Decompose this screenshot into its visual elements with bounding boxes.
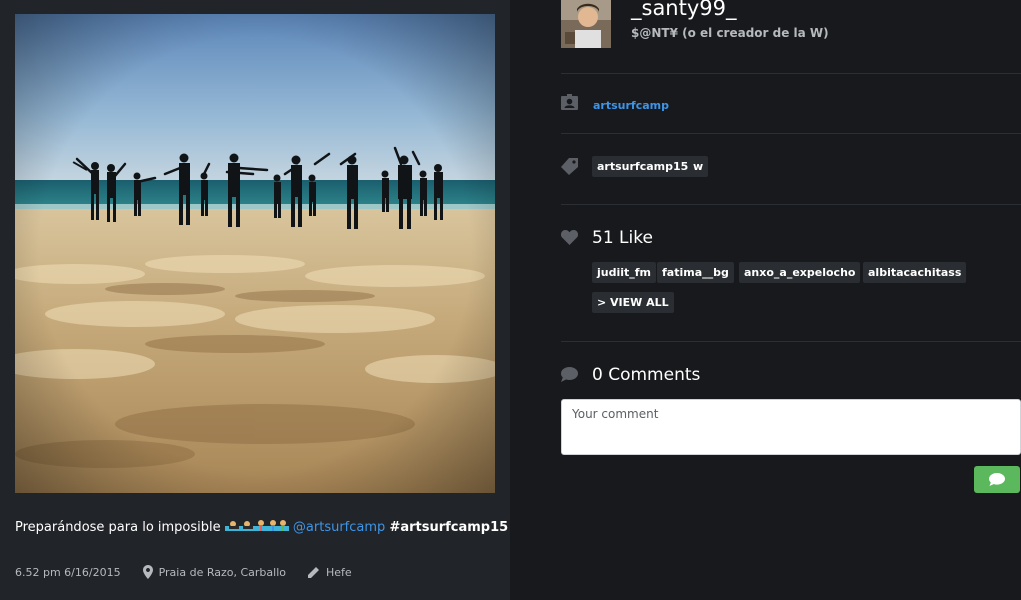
caption-mention-link[interactable]: @artsurfcamp: [293, 520, 385, 535]
heart-icon: [560, 230, 579, 249]
tag-chip[interactable]: artsurfcamp15: [592, 156, 694, 177]
post-filter-label: Hefe: [326, 565, 352, 579]
user-in-photo-link[interactable]: artsurfcamp: [593, 99, 669, 112]
divider: [561, 133, 1021, 134]
divider: [561, 204, 1021, 205]
liker-chip[interactable]: anxo_a_expelocho: [739, 262, 861, 283]
map-pin-icon: [142, 565, 153, 579]
send-comment-button[interactable]: [974, 466, 1020, 493]
tag-chip[interactable]: w: [688, 156, 709, 177]
post-location-label: Praia de Razo, Carballo: [158, 565, 286, 579]
post-caption: Preparándose para lo imposible @artsurfc…: [15, 519, 536, 537]
liker-chip[interactable]: fatima__bg: [657, 262, 734, 283]
avatar[interactable]: [561, 0, 611, 48]
caption-text: Preparándose para lo imposible: [15, 520, 221, 535]
post-photo[interactable]: [15, 14, 495, 493]
speech-bubble-icon: [561, 367, 578, 386]
post-panel: Preparándose para lo imposible @artsurfc…: [0, 0, 536, 600]
liker-chip[interactable]: albitacachitass: [863, 262, 967, 283]
swimming-emoji-icon: [224, 519, 289, 537]
view-all-likes-button[interactable]: > VIEW ALL: [592, 292, 674, 313]
liker-chip[interactable]: judiit_fm: [592, 262, 657, 283]
send-comment-icon: [989, 473, 1005, 486]
post-time: 6.52 pm 6/16/2015: [15, 565, 121, 579]
details-panel: _santy99_ $@NT¥ (o el creador de la W) a…: [510, 0, 1021, 600]
post-filter: Hefe: [308, 566, 352, 579]
divider: [561, 341, 1021, 342]
portrait-icon: [561, 94, 578, 114]
tag-icon: [561, 158, 578, 179]
comments-count: 0 Comments: [592, 365, 701, 385]
pencil-icon: [308, 567, 319, 578]
likes-count: 51 Like: [592, 228, 653, 248]
profile-fullname: $@NT¥ (o el creador de la W): [631, 26, 829, 40]
comment-input[interactable]: [561, 399, 1021, 455]
profile-username[interactable]: _santy99_: [631, 0, 737, 20]
post-location[interactable]: Praia de Razo, Carballo: [142, 565, 286, 579]
post-meta: 6.52 pm 6/16/2015 Praia de Razo, Carball…: [15, 565, 352, 579]
divider: [561, 73, 1021, 74]
